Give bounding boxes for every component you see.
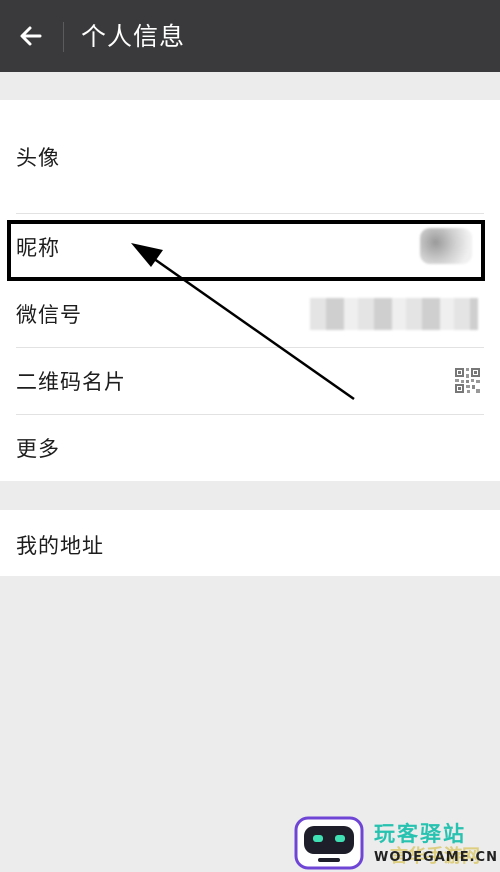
robot-face-icon <box>294 816 364 870</box>
watermark-domain: WODEGAME.CN <box>374 850 498 865</box>
annotation-arrow-icon <box>131 243 355 401</box>
watermark: 玩客驿站 言华手游网 WODEGAME.CN <box>294 814 500 872</box>
